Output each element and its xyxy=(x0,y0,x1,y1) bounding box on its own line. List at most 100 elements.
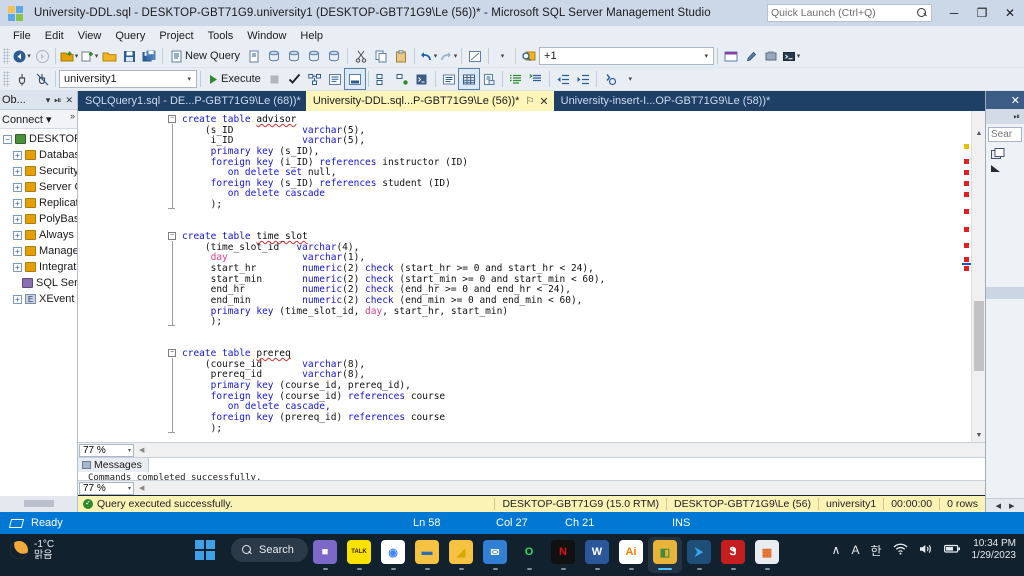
new-item-button[interactable]: ▾ xyxy=(79,46,99,66)
expander-icon[interactable]: + xyxy=(13,231,22,240)
expander-icon[interactable]: + xyxy=(13,215,22,224)
menu-file[interactable]: File xyxy=(6,28,38,44)
database-combo[interactable]: university1 ▾ xyxy=(59,70,197,88)
include-client-statistics-button[interactable] xyxy=(392,69,412,89)
weather-widget[interactable]: -1°C 맑음 xyxy=(10,539,54,561)
tab-university-ddl[interactable]: University-DDL.sql...P-GBT71G9\Le (56))*… xyxy=(306,91,554,111)
menu-project[interactable]: Project xyxy=(152,28,200,44)
battery-icon[interactable] xyxy=(944,543,961,557)
taskbar-app-visual-studio-code[interactable]: ⮞ xyxy=(682,537,716,573)
expander-icon[interactable]: + xyxy=(13,167,22,176)
menu-window[interactable]: Window xyxy=(240,28,293,44)
copy-button[interactable] xyxy=(371,46,391,66)
include-live-query-stats-button[interactable] xyxy=(372,69,392,89)
pin-icon[interactable]: ⏯ xyxy=(52,95,63,106)
sidebar-item-integration-services[interactable]: + Integrati xyxy=(0,259,77,275)
scroll-left-arrow[interactable]: ◀ xyxy=(996,502,1001,510)
right-dock-close-button[interactable]: ✕ xyxy=(1011,94,1020,107)
close-icon[interactable]: ✕ xyxy=(539,95,548,108)
sidebar-item-management[interactable]: + Manage xyxy=(0,243,77,259)
expander-icon[interactable]: + xyxy=(13,247,22,256)
save-button[interactable] xyxy=(119,46,139,66)
taskbar-app-teams-chat[interactable]: ■ xyxy=(308,537,342,573)
taskbar-app-mail[interactable]: ✉ xyxy=(478,537,512,573)
expander-icon[interactable]: + xyxy=(13,151,22,160)
template-explorer-button[interactable] xyxy=(761,46,781,66)
properties-window-icon[interactable] xyxy=(991,148,1005,160)
expander-icon[interactable]: + xyxy=(13,263,22,272)
new-analysis-dmx-query-button[interactable] xyxy=(284,46,304,66)
decrease-indent-button[interactable] xyxy=(553,69,573,89)
taskbar-app-sticky-notes[interactable]: ◢ xyxy=(444,537,478,573)
wifi-icon[interactable] xyxy=(893,543,908,558)
auto-hide-icon[interactable]: ⏯ xyxy=(1014,112,1020,122)
open-file-button[interactable] xyxy=(99,46,119,66)
expander-icon[interactable]: + xyxy=(13,183,22,192)
sql-code-editor[interactable]: − − − create table advisor (s_ID varchar… xyxy=(78,111,985,442)
navigate-back-button[interactable]: ▾ xyxy=(12,46,32,66)
new-data-query-button[interactable] xyxy=(324,46,344,66)
results-to-file-button[interactable] xyxy=(479,69,499,89)
scroll-right-arrow[interactable]: ▶ xyxy=(1009,502,1014,510)
disconnect-button[interactable] xyxy=(32,69,52,89)
results-zoom-combo[interactable]: 77 % ▾ xyxy=(79,444,134,457)
messages-zoom-combo[interactable]: 77 % ▾ xyxy=(79,482,134,495)
expander-icon[interactable]: + xyxy=(13,295,22,304)
fold-toggle-advisor[interactable]: − xyxy=(168,115,176,123)
redo-button[interactable]: ▾ xyxy=(438,46,458,66)
taskbar-app-adobe-acrobat-reader[interactable]: Ꮥ xyxy=(716,537,750,573)
menu-query[interactable]: Query xyxy=(108,28,152,44)
new-database-engine-query-button[interactable] xyxy=(244,46,264,66)
increase-indent-button[interactable] xyxy=(573,69,593,89)
toolbar-grip[interactable] xyxy=(3,48,10,64)
minimize-button[interactable]: ─ xyxy=(940,0,968,26)
taskbar-search-box[interactable]: Search xyxy=(231,538,308,562)
properties-window-button[interactable] xyxy=(721,46,741,66)
save-all-button[interactable] xyxy=(139,46,159,66)
paste-button[interactable] xyxy=(391,46,411,66)
sqlcmd-mode-button[interactable] xyxy=(412,69,432,89)
execute-button[interactable]: Execute xyxy=(204,69,265,89)
menu-view[interactable]: View xyxy=(71,28,109,44)
results-to-grid-button[interactable] xyxy=(459,69,479,89)
sidebar-item-polybase[interactable]: + PolyBase xyxy=(0,211,77,227)
taskbar-clock[interactable]: 10:34 PM 1/29/2023 xyxy=(972,538,1017,562)
comment-button[interactable] xyxy=(506,69,526,89)
tray-overflow-icon[interactable]: ∧ xyxy=(832,543,841,557)
taskbar-app-microsoft-word[interactable]: W xyxy=(580,537,614,573)
taskbar-app-video-editor[interactable]: ▦ xyxy=(750,537,784,573)
sidebar-item-replication[interactable]: + Replicati xyxy=(0,195,77,211)
fold-toggle-time-slot[interactable]: − xyxy=(168,232,176,240)
database-selector-combo[interactable]: +1 ▾ xyxy=(539,47,714,65)
new-project-button[interactable]: ▾ xyxy=(59,46,79,66)
chevron-down-icon[interactable]: ▾ xyxy=(44,95,53,106)
sidebar-item-always-on[interactable]: + Always C xyxy=(0,227,77,243)
maximize-button[interactable]: ❐ xyxy=(968,0,996,26)
volume-icon[interactable] xyxy=(919,543,933,558)
ime-mode-icon[interactable]: A xyxy=(851,543,859,557)
tab-messages[interactable]: Messages xyxy=(78,458,149,472)
include-actual-execution-plan-button[interactable] xyxy=(345,69,365,89)
scrollbar-thumb[interactable] xyxy=(974,301,984,371)
toggle-bookmark-button[interactable] xyxy=(465,46,485,66)
sidebar-item-sql-server-agent[interactable]: SQL Serv xyxy=(0,275,77,291)
taskbar-app-adobe-illustrator[interactable]: Ai xyxy=(614,537,648,573)
parse-button[interactable] xyxy=(285,69,305,89)
toolbar-grip-2[interactable] xyxy=(3,71,10,87)
menu-tools[interactable]: Tools xyxy=(201,28,241,44)
right-dock-selected-row[interactable] xyxy=(986,287,1024,299)
language-indicator[interactable]: 한 xyxy=(870,542,881,559)
sidebar-item-security[interactable]: + Security xyxy=(0,163,77,179)
start-button[interactable] xyxy=(195,540,215,560)
menu-help[interactable]: Help xyxy=(293,28,330,44)
cut-button[interactable] xyxy=(351,46,371,66)
new-analysis-xmla-query-button[interactable] xyxy=(304,46,324,66)
sidebar-item-server[interactable]: − DESKTOP-( xyxy=(0,131,77,147)
tab-university-insert[interactable]: University-insert-I...OP-GBT71G9\Le (58)… xyxy=(554,91,776,111)
fold-toggle-prereq[interactable]: − xyxy=(168,349,176,357)
editor-vertical-scrollbar[interactable]: ▲ ▼ xyxy=(971,111,985,442)
scroll-left-arrow[interactable]: ◀ xyxy=(139,446,144,454)
expander-icon[interactable]: + xyxy=(13,199,22,208)
connect-button[interactable] xyxy=(12,69,32,89)
sidebar-item-databases[interactable]: + Databas xyxy=(0,147,77,163)
